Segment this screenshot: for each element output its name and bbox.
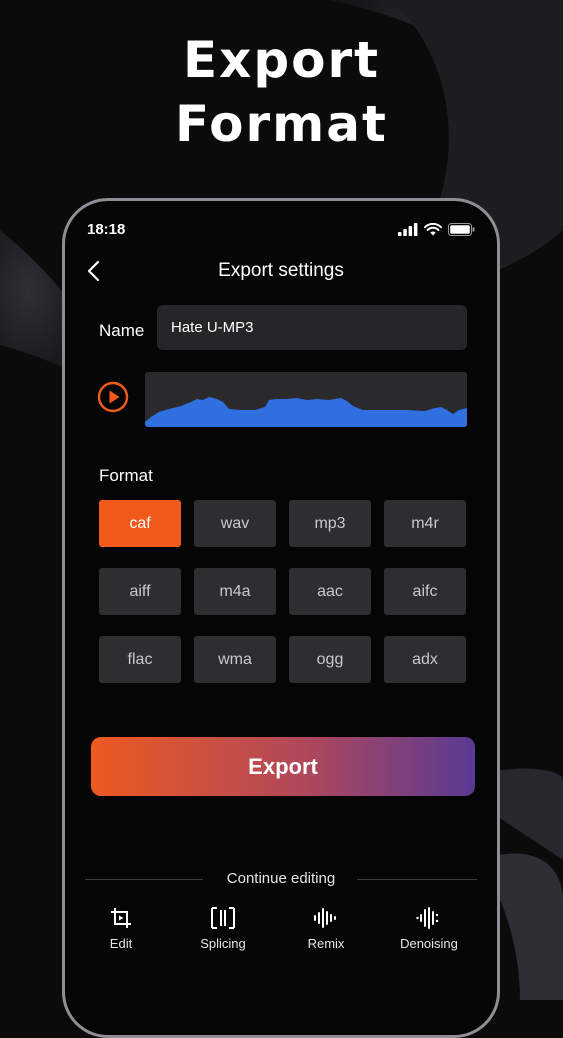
denoising-icon	[416, 907, 439, 929]
headline-line-2: Format	[175, 95, 388, 153]
format-option-aifc[interactable]: aifc	[384, 568, 466, 615]
waveform-preview[interactable]	[145, 372, 467, 427]
format-option-ogg[interactable]: ogg	[289, 636, 371, 683]
tool-edit[interactable]: Edit	[71, 906, 171, 951]
format-label: Format	[99, 466, 153, 485]
tool-splicing-label: Splicing	[200, 936, 246, 951]
phone-frame: 18:18 Export settings Name Hate U-MP3 Fo…	[62, 198, 500, 1038]
format-option-wma[interactable]: wma	[194, 636, 276, 683]
status-bar: 18:18	[87, 221, 475, 241]
continue-editing-divider: Continue editing	[85, 869, 477, 889]
format-option-m4a[interactable]: m4a	[194, 568, 276, 615]
play-icon[interactable]	[97, 381, 129, 413]
format-option-flac[interactable]: flac	[99, 636, 181, 683]
headline: Export Format	[0, 28, 563, 156]
crop-edit-icon	[111, 908, 131, 928]
remix-icon	[314, 908, 336, 928]
page-title: Export settings	[218, 260, 344, 281]
format-option-aac[interactable]: aac	[289, 568, 371, 615]
format-option-m4r[interactable]: m4r	[384, 500, 466, 547]
continue-editing-label: Continue editing	[226, 870, 336, 887]
format-grid: caf wav mp3 m4r aiff m4a aac aifc flac w…	[99, 500, 467, 683]
tool-edit-label: Edit	[109, 936, 133, 951]
tool-remix[interactable]: Remix	[276, 906, 376, 951]
tool-denoising-label: Denoising	[400, 936, 458, 951]
signal-icon	[398, 223, 418, 236]
format-option-mp3[interactable]: mp3	[289, 500, 371, 547]
name-input[interactable]: Hate U-MP3	[157, 305, 467, 350]
nav-bar: Export settings	[65, 257, 497, 287]
tool-denoising[interactable]: Denoising	[379, 906, 479, 951]
tool-remix-label: Remix	[307, 936, 345, 951]
status-icons	[398, 223, 475, 236]
battery-icon	[448, 223, 475, 236]
status-time: 18:18	[87, 221, 126, 238]
format-option-caf[interactable]: caf	[99, 500, 181, 547]
tool-splicing[interactable]: Splicing	[173, 906, 273, 951]
export-button[interactable]: Export	[91, 737, 475, 796]
format-option-wav[interactable]: wav	[194, 500, 276, 547]
waveform-graph	[145, 397, 467, 427]
format-option-aiff[interactable]: aiff	[99, 568, 181, 615]
format-option-adx[interactable]: adx	[384, 636, 466, 683]
name-label: Name	[99, 321, 145, 340]
splicing-icon	[211, 907, 235, 929]
wifi-icon	[424, 223, 442, 236]
headline-line-1: Export	[182, 31, 381, 89]
